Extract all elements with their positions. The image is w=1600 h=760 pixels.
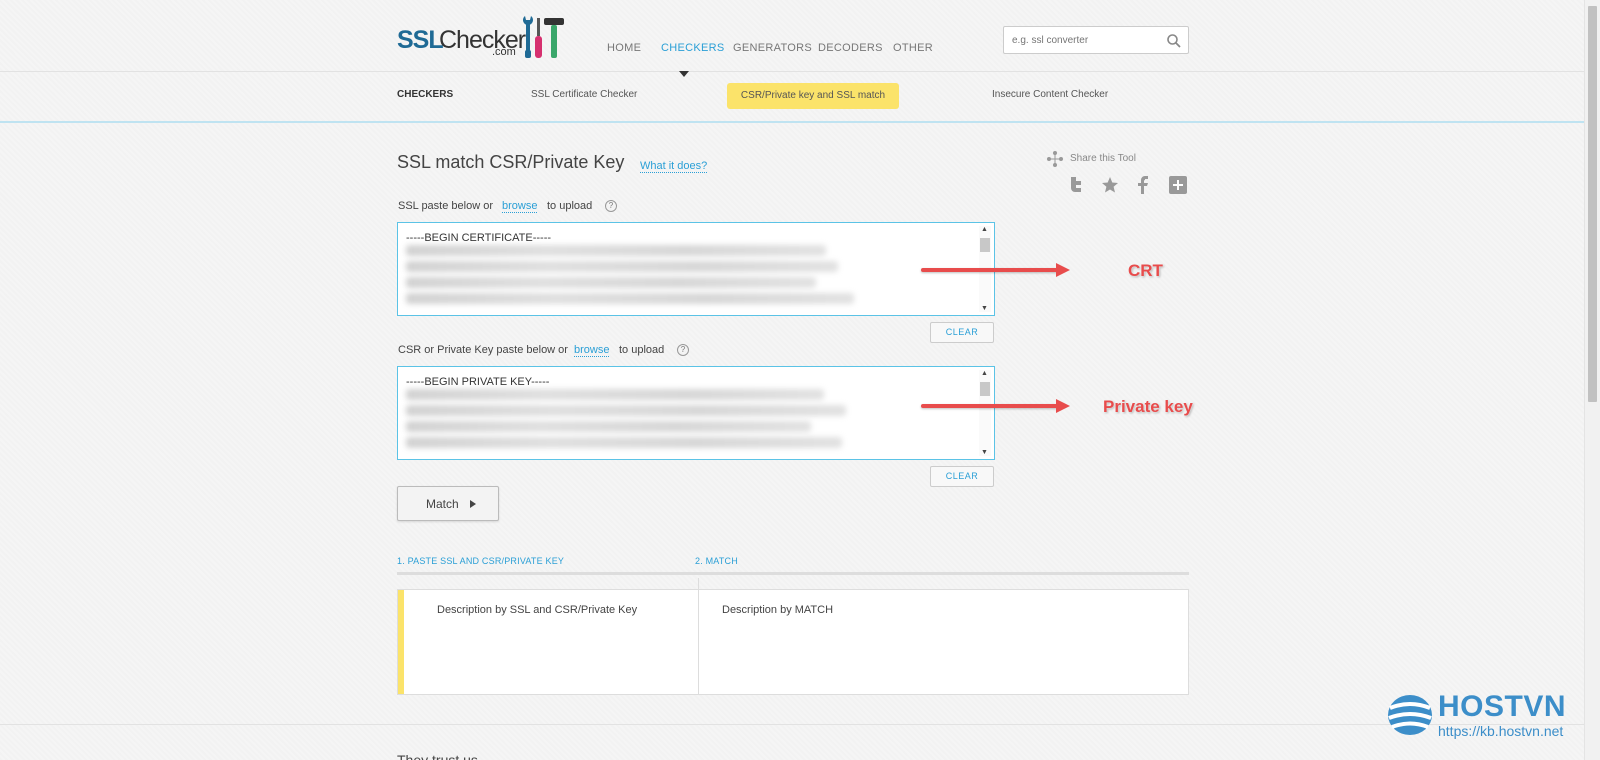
private-key-annotation: Private key [1103, 397, 1193, 416]
logo-com-text: .com [492, 46, 516, 58]
subnav-title: CHECKERS [397, 89, 454, 100]
scroll-up-icon[interactable]: ▲ [981, 370, 988, 377]
ssl-field-label: SSL paste below or [398, 200, 493, 212]
subnav-insecure-content-checker[interactable]: Insecure Content Checker [992, 89, 1108, 100]
active-step-marker [398, 590, 404, 694]
nav-generators[interactable]: GENERATORS [733, 42, 812, 54]
crt-arrow [921, 268, 1061, 272]
description-panel: Description by SSL and CSR/Private Key D… [397, 578, 1189, 695]
hostvn-logo-icon [1388, 695, 1432, 735]
search-box [1003, 26, 1189, 54]
nav-decoders[interactable]: DECODERS [818, 42, 883, 54]
page-scroll-thumb[interactable] [1588, 6, 1597, 402]
key-clear-button[interactable]: CLEAR [930, 466, 994, 487]
tools-icon [523, 16, 564, 58]
facebook-icon[interactable] [1137, 176, 1149, 194]
play-icon [470, 500, 476, 508]
key-help-icon[interactable]: ? [677, 344, 689, 356]
match-button[interactable]: Match [397, 486, 499, 521]
google-plus-icon[interactable] [1169, 176, 1187, 194]
star-icon[interactable] [1101, 176, 1119, 194]
subnav-ssl-certificate-checker[interactable]: SSL Certificate Checker [531, 89, 637, 100]
subnav-csr-key-match[interactable]: CSR/Private key and SSL match [727, 83, 899, 109]
top-header: SSL Checker .com HOME CHECKERS GENERATOR… [0, 0, 1584, 77]
sslchecker-logo[interactable]: SSL Checker .com [397, 14, 572, 60]
footer-divider [0, 724, 1584, 725]
scroll-thumb[interactable] [980, 382, 990, 396]
key-textarea[interactable]: -----BEGIN PRIVATE KEY----- ▲ ▼ [397, 366, 995, 460]
step-2-description: Description by MATCH [722, 604, 834, 616]
step-2-label: 2. MATCH [695, 556, 738, 566]
private-key-arrow-head-icon [1056, 399, 1070, 413]
scroll-up-icon[interactable]: ▲ [981, 226, 988, 233]
hostvn-watermark: HOSTVN https://kb.hostvn.net [1386, 690, 1586, 742]
ssl-textarea[interactable]: -----BEGIN CERTIFICATE----- ▲ ▼ [397, 222, 995, 316]
steps-progress-rule [397, 572, 1189, 575]
key-browse-link[interactable]: browse [574, 344, 610, 357]
description-divider [698, 578, 699, 694]
trust-heading: They trust us [397, 752, 478, 760]
ssl-redacted-content [406, 245, 854, 313]
key-textarea-scrollbar[interactable]: ▲ ▼ [979, 370, 991, 456]
twitter-icon[interactable] [1068, 176, 1084, 194]
step-1-description: Description by SSL and CSR/Private Key [437, 604, 638, 616]
nav-other[interactable]: OTHER [893, 42, 933, 54]
private-key-arrow [921, 404, 1061, 408]
search-icon[interactable] [1166, 33, 1182, 49]
nav-checkers[interactable]: CHECKERS [661, 42, 725, 54]
share-label: Share this Tool [1070, 153, 1136, 164]
search-input[interactable] [1012, 32, 1162, 48]
ssl-browse-link[interactable]: browse [502, 200, 538, 213]
scroll-thumb[interactable] [980, 238, 990, 252]
key-textarea-first-line: -----BEGIN PRIVATE KEY----- [406, 376, 550, 388]
match-button-label: Match [426, 497, 459, 511]
scroll-down-icon[interactable]: ▼ [981, 305, 988, 312]
crt-annotation: CRT [1128, 261, 1163, 280]
page-scrollbar[interactable] [1584, 0, 1600, 760]
ssl-textarea-first-line: -----BEGIN CERTIFICATE----- [406, 232, 552, 244]
logo-ssl-text: SSL [397, 26, 444, 54]
hostvn-url: https://kb.hostvn.net [1438, 723, 1564, 739]
key-field-label: CSR or Private Key paste below or [398, 344, 568, 356]
ssl-clear-button[interactable]: CLEAR [930, 322, 994, 343]
key-upload-label: to upload [619, 344, 665, 356]
scroll-down-icon[interactable]: ▼ [981, 449, 988, 456]
checkers-subnav: CHECKERS SSL Certificate Checker CSR/Pri… [0, 73, 1584, 123]
share-icon [1047, 151, 1063, 167]
page-title: SSL match CSR/Private Key [397, 152, 625, 172]
hostvn-name: HOSTVN [1438, 690, 1567, 723]
step-1-label: 1. PASTE SSL AND CSR/PRIVATE KEY [397, 556, 565, 566]
ssl-help-icon[interactable]: ? [605, 200, 617, 212]
ssl-upload-label: to upload [547, 200, 593, 212]
nav-home[interactable]: HOME [607, 42, 641, 54]
crt-arrow-head-icon [1056, 263, 1070, 277]
key-redacted-content [406, 389, 846, 457]
what-it-does-link[interactable]: What it does? [640, 160, 708, 173]
